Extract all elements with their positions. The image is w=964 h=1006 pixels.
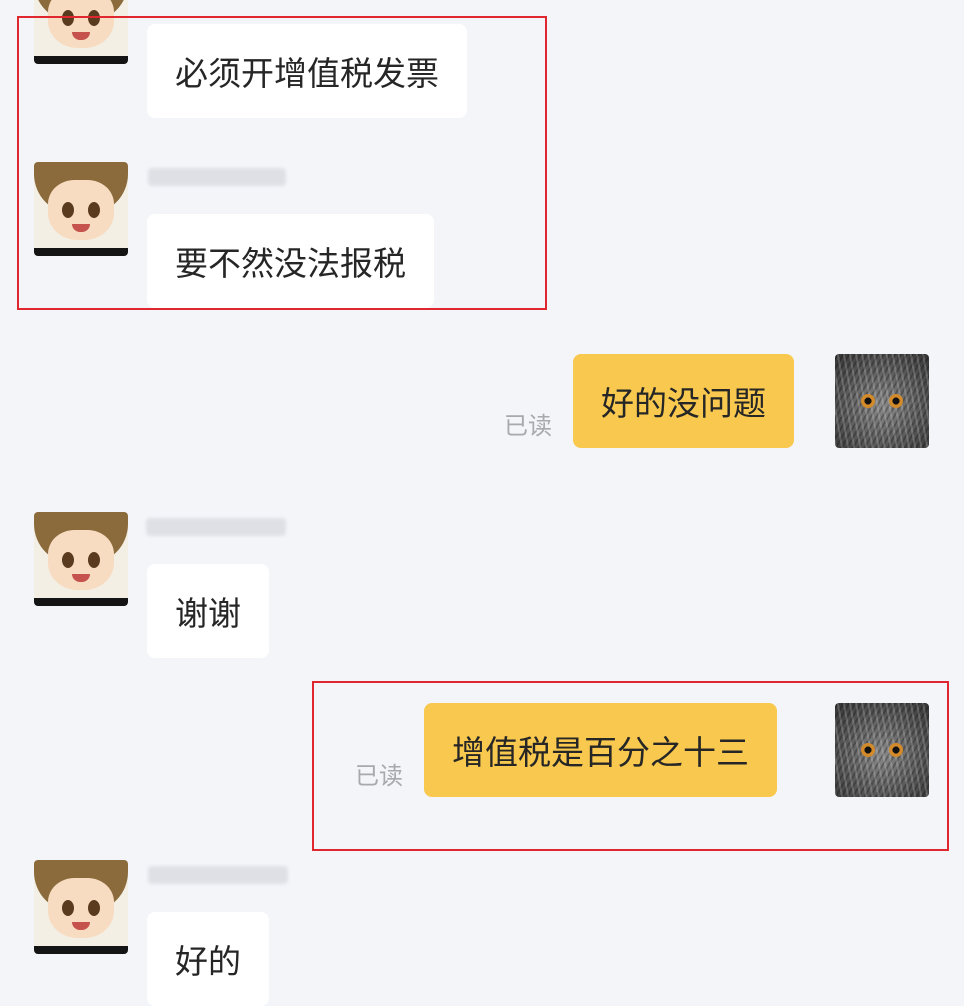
chat-view: 必须开增值税发票 要不然没法报税 已读 好的没问题 谢谢 已读 增值税是百分之十…	[0, 0, 964, 1006]
message-bubble[interactable]: 谢谢	[147, 564, 269, 658]
message-bubble[interactable]: 好的	[147, 912, 269, 1006]
message-bubble[interactable]: 好的没问题	[573, 354, 794, 448]
owl-eye-icon	[861, 394, 875, 408]
owl-eye-icon	[889, 394, 903, 408]
message-text: 好的没问题	[601, 384, 766, 423]
message-text: 好的	[175, 942, 241, 981]
self-avatar[interactable]	[835, 354, 929, 448]
contact-avatar[interactable]	[34, 512, 128, 606]
sender-name-redacted	[148, 866, 288, 884]
highlight-box	[17, 16, 547, 310]
read-status: 已读	[504, 412, 552, 440]
highlight-box	[312, 681, 949, 851]
contact-avatar[interactable]	[34, 860, 128, 954]
message-text: 谢谢	[175, 594, 241, 633]
sender-name-redacted	[146, 518, 286, 536]
